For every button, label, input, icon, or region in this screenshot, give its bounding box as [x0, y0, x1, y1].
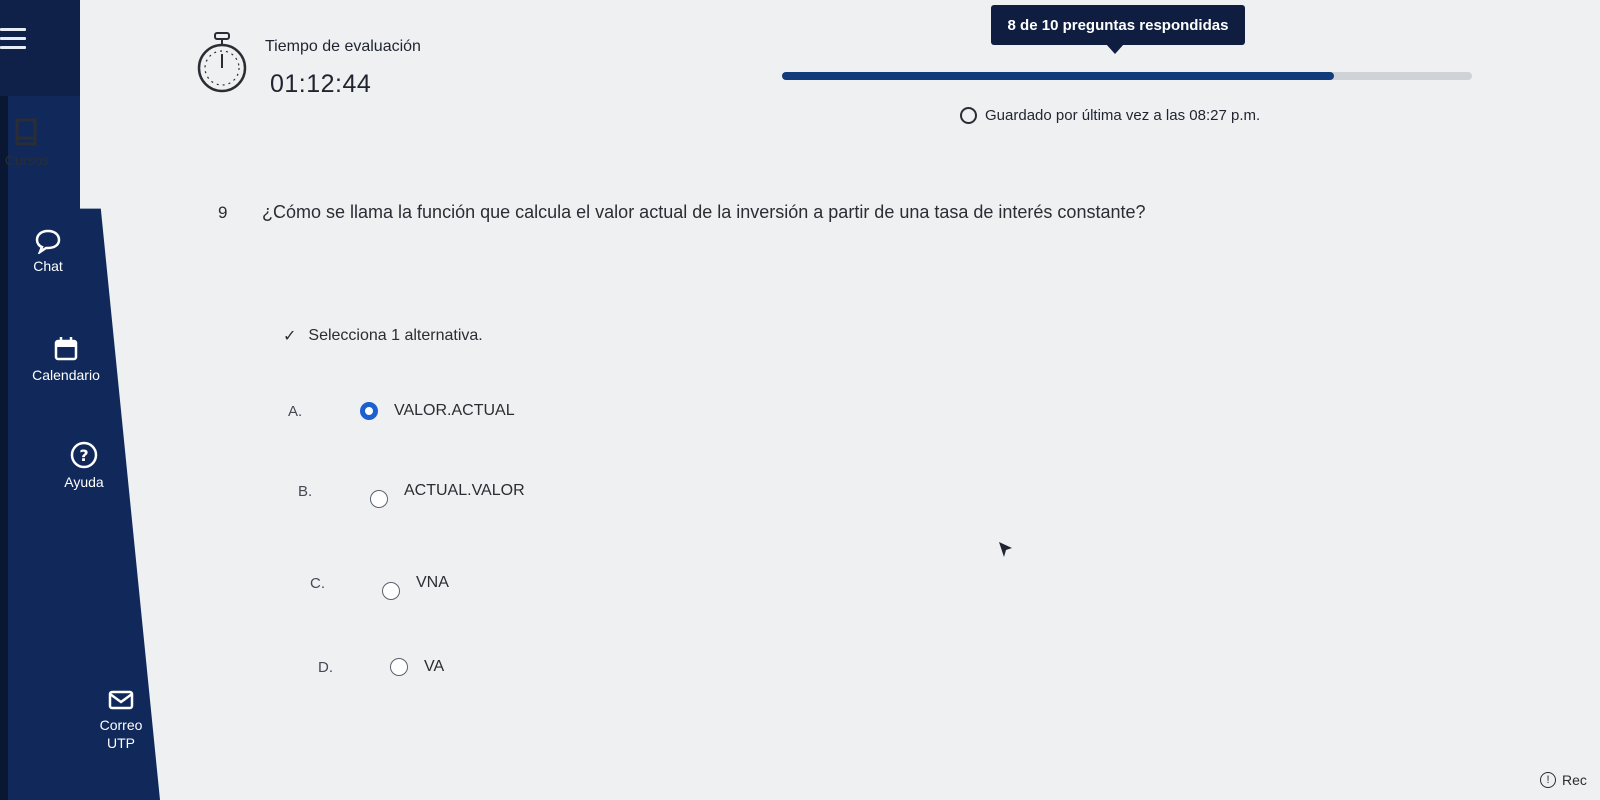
mail-icon — [108, 690, 134, 710]
sidebar-item-cursos[interactable]: Cursos — [0, 118, 54, 168]
option-label: ACTUAL.VALOR — [404, 482, 525, 499]
question-instruction: ✓ Selecciona 1 alternativa. — [283, 326, 483, 346]
timer-label: Tiempo de evaluación — [265, 38, 421, 55]
review-link[interactable]: ! Rec — [1540, 772, 1587, 788]
option-letter: D. — [318, 658, 333, 676]
sidebar-item-correo-utp[interactable]: Correo UTP — [96, 688, 146, 752]
option-label: VALOR.ACTUAL — [394, 402, 515, 419]
option-c[interactable]: C. VNA — [310, 566, 449, 600]
stopwatch-icon — [197, 32, 247, 93]
sidebar-item-ayuda[interactable]: ? Ayuda — [58, 440, 110, 490]
option-a[interactable]: A. VALOR.ACTUAL — [288, 402, 515, 420]
radio-button[interactable] — [370, 490, 388, 508]
option-b[interactable]: B. ACTUAL.VALOR — [298, 474, 525, 508]
sidebar-item-label: Cursos — [4, 152, 50, 168]
sidebar-edge — [0, 96, 8, 800]
saved-status-icon — [960, 107, 977, 124]
option-letter: C. — [310, 574, 325, 592]
help-circle-icon: ? — [70, 441, 98, 469]
sidebar-item-chat[interactable]: Chat — [22, 228, 74, 274]
question-text: ¿Cómo se llama la función que calcula el… — [262, 202, 1146, 222]
progress-bar — [782, 72, 1472, 80]
svg-text:?: ? — [79, 446, 88, 465]
alert-circle-icon: ! — [1540, 772, 1556, 788]
option-d[interactable]: D. VA — [318, 658, 444, 676]
option-letter: B. — [298, 482, 313, 500]
sidebar-item-label: Calendario — [32, 367, 100, 383]
timer-value: 01:12:44 — [270, 70, 372, 98]
sidebar-item-label: UTP — [107, 735, 135, 751]
hamburger-menu-icon[interactable] — [0, 28, 26, 50]
sidebar-item-label: Chat — [33, 258, 63, 274]
chat-bubble-icon — [35, 229, 61, 254]
saved-status: Guardado por última vez a las 08:27 p.m. — [960, 107, 1260, 124]
question-number: 9 — [218, 203, 228, 222]
radio-button[interactable] — [360, 402, 378, 420]
sidebar-item-label: Ayuda — [64, 474, 104, 490]
radio-button[interactable] — [382, 582, 400, 600]
option-label: VA — [424, 658, 445, 675]
saved-status-text: Guardado por última vez a las 08:27 p.m. — [985, 107, 1261, 124]
radio-button[interactable] — [390, 658, 408, 676]
calendar-icon — [54, 337, 78, 361]
review-link-label: Rec — [1562, 772, 1587, 788]
sidebar-item-label: Correo — [99, 717, 143, 733]
sidebar: Cursos Chat Calendario ? Ayuda Correo UT… — [0, 0, 160, 800]
option-label: VNA — [416, 574, 449, 591]
instruction-text: Selecciona 1 alternativa. — [308, 327, 483, 344]
option-letter: A. — [288, 402, 303, 420]
mouse-cursor-icon — [999, 542, 1012, 557]
progress-status-badge: 8 de 10 preguntas respondidas — [991, 5, 1245, 54]
checkmark-icon: ✓ — [283, 328, 297, 345]
sidebar-item-calendario[interactable]: Calendario — [22, 335, 110, 383]
book-icon — [15, 118, 37, 146]
progress-bar-fill — [782, 72, 1334, 80]
